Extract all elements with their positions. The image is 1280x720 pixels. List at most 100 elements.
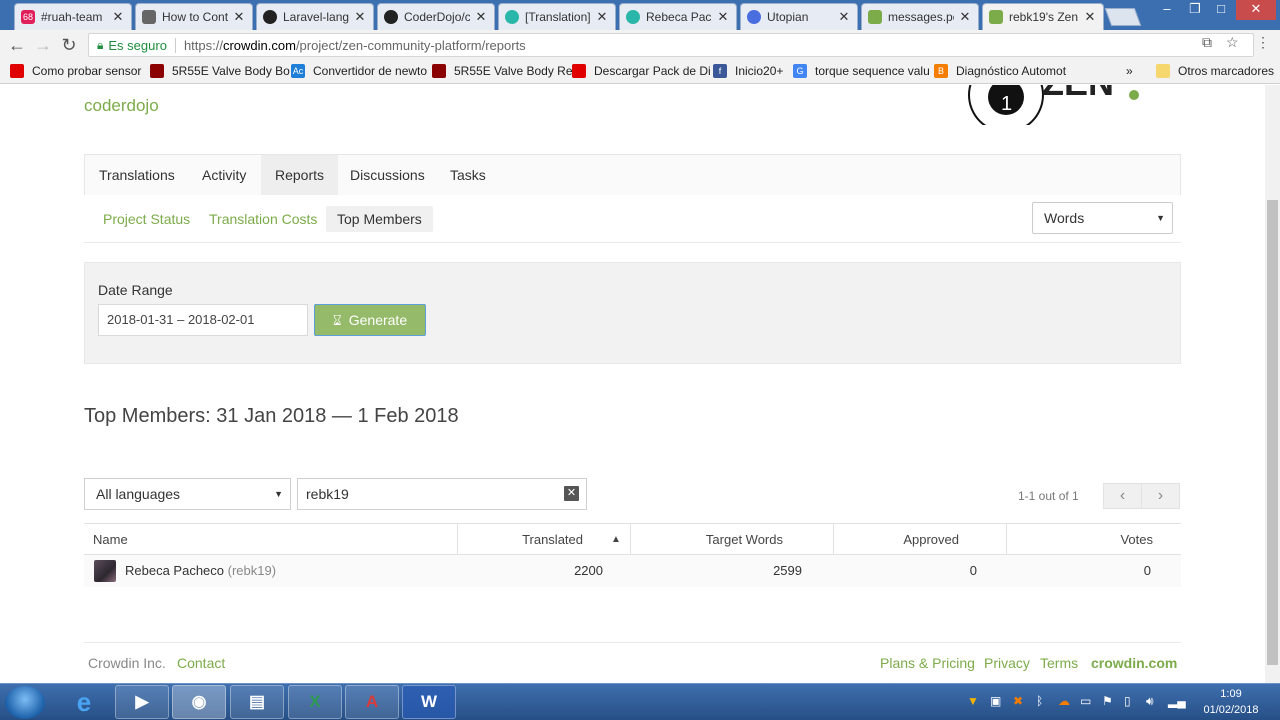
footer-contact-link[interactable]: Contact [177, 655, 225, 671]
language-select[interactable]: All languages ▼ [84, 478, 291, 510]
url-path: /project/zen-community-platform/reports [295, 37, 526, 53]
address-bar[interactable]: 🔒︎ Es seguro https://crowdin.com/project… [88, 33, 1254, 57]
generate-button[interactable]: ⌛︎ Generate [314, 304, 426, 336]
nav-reports[interactable]: Reports [261, 155, 339, 195]
next-page-button[interactable]: › [1141, 483, 1180, 509]
member-search-input[interactable]: rebk19 [297, 478, 587, 510]
footer-terms-link[interactable]: Terms [1040, 655, 1078, 671]
safely-remove-icon[interactable]: ▯ [1124, 694, 1131, 708]
nav-translations[interactable]: Translations [85, 155, 189, 195]
close-tab-icon[interactable]: ✕ [958, 9, 972, 25]
back-arrow-icon[interactable]: ← [6, 34, 28, 56]
page-scrollbar[interactable] [1265, 85, 1280, 683]
bookmark-star-icon[interactable]: ☆ [1226, 34, 1239, 51]
chrome-icon[interactable]: ◉ [172, 685, 226, 719]
maximize-icon[interactable]: □ [1208, 0, 1234, 20]
converter-icon: Ac [291, 64, 305, 78]
nav-activity[interactable]: Activity [188, 155, 260, 195]
date-range-input[interactable]: 2018-01-31 – 2018-02-01 [98, 304, 308, 336]
nav-discussions[interactable]: Discussions [336, 155, 439, 195]
col-name[interactable]: Name [93, 524, 128, 555]
monitor-icon[interactable]: ▭ [1080, 694, 1091, 708]
reports-sub-nav: Project Status Translation Costs Top Mem… [84, 195, 1181, 243]
window-close-icon[interactable]: ✕ [1236, 0, 1276, 20]
excel-icon[interactable]: X [288, 685, 342, 719]
tab-title: CoderDojo/c [404, 10, 470, 24]
bookmark-item[interactable]: f Inicio20+ [713, 64, 783, 78]
close-tab-icon[interactable]: ✕ [232, 9, 246, 25]
browser-tab[interactable]: Utopian ✕ [740, 3, 858, 30]
more-bookmarks-icon[interactable]: » [1126, 64, 1133, 78]
clear-search-icon[interactable]: ✕ [564, 486, 579, 501]
new-tab-button[interactable] [1104, 8, 1142, 26]
close-tab-icon[interactable]: ✕ [595, 9, 609, 25]
minimize-icon[interactable]: ‒ [1154, 0, 1180, 20]
prev-page-button[interactable]: ‹ [1103, 483, 1142, 509]
system-clock[interactable]: 1:09 01/02/2018 [1196, 686, 1266, 718]
subnav-translation-costs[interactable]: Translation Costs [198, 206, 328, 232]
media-player-icon[interactable]: ▶ [115, 685, 169, 719]
browser-tab[interactable]: [Translation] ✕ [498, 3, 616, 30]
browser-tab[interactable]: How to Conti ✕ [135, 3, 253, 30]
tray-app-icon[interactable]: ☁ [1058, 694, 1070, 708]
member-name[interactable]: Rebeca Pacheco [125, 563, 224, 578]
reload-icon[interactable]: ↻ [58, 34, 80, 56]
close-tab-icon[interactable]: ✕ [353, 9, 367, 25]
browser-tab[interactable]: Rebeca Pach ✕ [619, 3, 737, 30]
bookmark-item[interactable]: B Diagnóstico Automot [934, 64, 1066, 78]
nav-tasks[interactable]: Tasks [436, 155, 500, 195]
units-select[interactable]: Words ▼ [1032, 202, 1173, 234]
other-bookmarks[interactable]: Otros marcadores [1156, 64, 1274, 78]
bookmark-item[interactable]: 5R55E Valve Body Bo [150, 64, 290, 78]
browser-tab[interactable]: 68 #ruah-team ✕ [14, 3, 132, 30]
bookmark-item[interactable]: Como probar sensor [10, 64, 141, 78]
site-icon [150, 64, 164, 78]
col-votes[interactable]: Votes [1006, 524, 1181, 555]
subnav-project-status[interactable]: Project Status [92, 206, 201, 232]
table-row[interactable]: Rebeca Pacheco (rebk19) 2200 2599 0 0 [84, 555, 1181, 587]
table-header: Name Translated ▲ Target Words Approved … [84, 523, 1181, 555]
forward-arrow-icon[interactable]: → [32, 34, 54, 56]
bookmark-label: Como probar sensor [32, 64, 142, 78]
bookmark-item[interactable]: Descargar Pack de Di [572, 64, 711, 78]
browser-tab[interactable]: CoderDojo/c ✕ [377, 3, 495, 30]
tray-app-icon[interactable]: ✖ [1013, 694, 1023, 708]
browser-tab-active[interactable]: rebk19's Zen ✕ [982, 3, 1104, 30]
sort-ascending-icon[interactable]: ▲ [611, 524, 621, 555]
word-icon[interactable]: W [402, 685, 456, 719]
bookmark-item[interactable]: Gtorque sequence valu [793, 64, 930, 78]
bookmark-label: 5R55E Valve Body Bo [172, 64, 290, 78]
volume-icon[interactable]: 🔊︎ [1146, 694, 1154, 709]
close-tab-icon[interactable]: ✕ [111, 9, 125, 25]
network-icon[interactable]: ▂▄ [1168, 694, 1186, 708]
close-tab-icon[interactable]: ✕ [837, 9, 851, 25]
flag-icon[interactable]: ⚑ [1102, 694, 1113, 708]
translate-icon[interactable]: ⧉ [1202, 34, 1212, 51]
browser-tab[interactable]: Laravel-lang ✕ [256, 3, 374, 30]
col-approved[interactable]: Approved [833, 524, 1006, 555]
organization-name[interactable]: coderdojo [84, 96, 159, 116]
bookmark-item[interactable]: Ac Convertidor de newto [291, 64, 427, 78]
restore-icon[interactable]: ❐ [1182, 0, 1208, 20]
footer-privacy-link[interactable]: Privacy [984, 655, 1030, 671]
browser-tab[interactable]: messages.po ✕ [861, 3, 979, 30]
footer-plans-link[interactable]: Plans & Pricing [880, 655, 975, 671]
tray-expand-icon[interactable]: ▼ [967, 694, 979, 708]
close-tab-icon[interactable]: ✕ [716, 9, 730, 25]
windows-start-icon[interactable] [5, 686, 45, 719]
close-tab-icon[interactable]: ✕ [474, 9, 488, 25]
acrobat-icon[interactable]: A [345, 685, 399, 719]
tray-app-icon[interactable]: ▣ [990, 694, 1001, 708]
close-tab-icon[interactable]: ✕ [1083, 9, 1097, 25]
bluetooth-icon[interactable]: ᛒ [1036, 694, 1043, 708]
file-explorer-icon[interactable]: ▤ [230, 685, 284, 719]
footer-brand-link[interactable]: crowdin.com [1091, 655, 1177, 671]
caret-down-icon: ▼ [1156, 213, 1165, 223]
bookmark-item[interactable]: 5R55E Valve Body Re [432, 64, 573, 78]
scrollbar-thumb[interactable] [1267, 200, 1278, 665]
internet-explorer-icon[interactable]: e [57, 685, 111, 719]
subnav-top-members[interactable]: Top Members [326, 206, 433, 232]
col-target-words[interactable]: Target Words [630, 524, 833, 555]
col-translated[interactable]: Translated [457, 524, 630, 555]
menu-icon[interactable]: ⋮ [1256, 34, 1270, 51]
